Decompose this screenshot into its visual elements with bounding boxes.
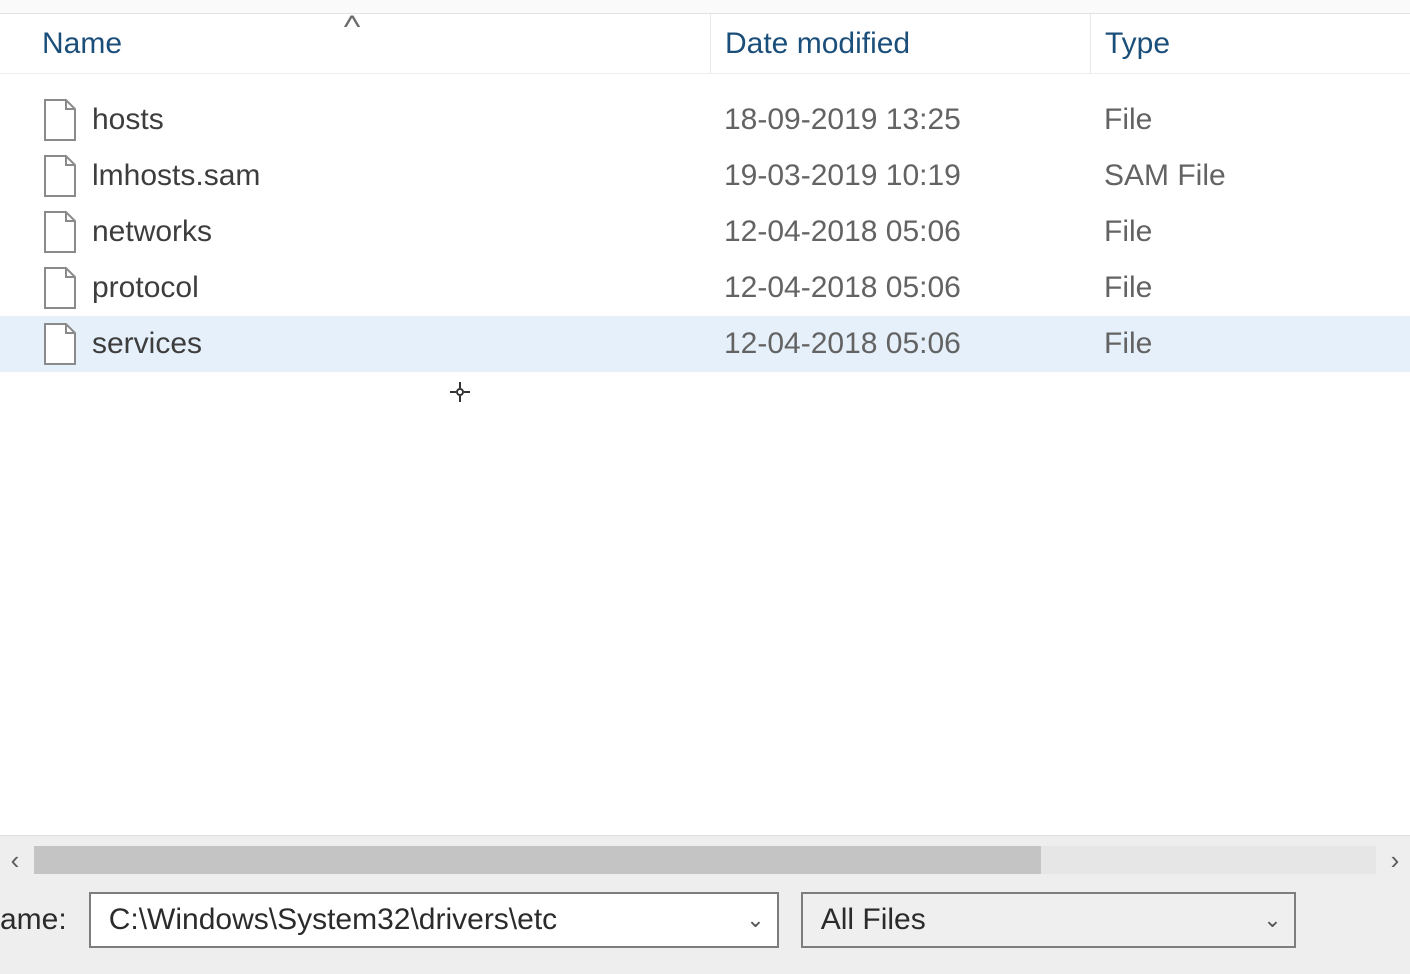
scroll-right-icon[interactable]: › [1382, 845, 1408, 876]
file-row[interactable]: networks 12-04-2018 05:06 File [0, 204, 1410, 260]
window-top-border [0, 0, 1410, 14]
file-date: 12-04-2018 05:06 [724, 271, 961, 304]
file-list: hosts 18-09-2019 13:25 File lmhosts.sam 19-… [0, 74, 1410, 372]
file-type: File [1104, 215, 1152, 248]
file-row[interactable]: services 12-04-2018 05:06 File [0, 316, 1410, 372]
horizontal-scrollbar[interactable]: ‹ › [0, 836, 1410, 884]
file-date: 12-04-2018 05:06 [724, 215, 961, 248]
file-name: lmhosts.sam [92, 159, 260, 193]
file-name: hosts [92, 103, 164, 137]
file-type: File [1104, 327, 1152, 360]
column-headers: ˄ Name Date modified Type [0, 14, 1410, 74]
file-row[interactable]: lmhosts.sam 19-03-2019 10:19 SAM File [0, 148, 1410, 204]
column-header-type[interactable]: Type [1090, 14, 1410, 73]
chevron-down-icon[interactable]: ⌄ [1263, 907, 1281, 933]
crosshair-cursor-icon [450, 382, 470, 408]
filter-value: All Files [821, 903, 926, 937]
column-header-date[interactable]: Date modified [710, 14, 1090, 73]
file-row[interactable]: hosts 18-09-2019 13:25 File [0, 92, 1410, 148]
file-icon [42, 266, 78, 310]
chevron-down-icon[interactable]: ⌄ [746, 907, 764, 933]
file-icon [42, 98, 78, 142]
filename-label: ame: [0, 903, 67, 937]
scroll-track[interactable] [34, 846, 1376, 874]
file-type: File [1104, 271, 1152, 304]
file-icon [42, 322, 78, 366]
scroll-left-icon[interactable]: ‹ [2, 845, 28, 876]
filename-input[interactable]: C:\Windows\System32\drivers\etc ⌄ [89, 892, 779, 948]
filename-row: ame: C:\Windows\System32\drivers\etc ⌄ A… [0, 884, 1410, 974]
scroll-thumb[interactable] [34, 846, 1041, 874]
file-row[interactable]: protocol 12-04-2018 05:06 File [0, 260, 1410, 316]
filename-value: C:\Windows\System32\drivers\etc [109, 903, 557, 937]
file-icon [42, 154, 78, 198]
dialog-bottom-panel: ‹ › ame: C:\Windows\System32\drivers\etc… [0, 835, 1410, 974]
file-date: 19-03-2019 10:19 [724, 159, 961, 192]
file-date: 18-09-2019 13:25 [724, 103, 961, 136]
file-type: File [1104, 103, 1152, 136]
file-icon [42, 210, 78, 254]
file-type: SAM File [1104, 159, 1226, 192]
sort-indicator-up-icon: ˄ [342, 11, 362, 35]
filetype-filter-dropdown[interactable]: All Files ⌄ [801, 892, 1296, 948]
file-name: protocol [92, 271, 199, 305]
file-name: networks [92, 215, 212, 249]
file-name: services [92, 327, 202, 361]
file-date: 12-04-2018 05:06 [724, 327, 961, 360]
